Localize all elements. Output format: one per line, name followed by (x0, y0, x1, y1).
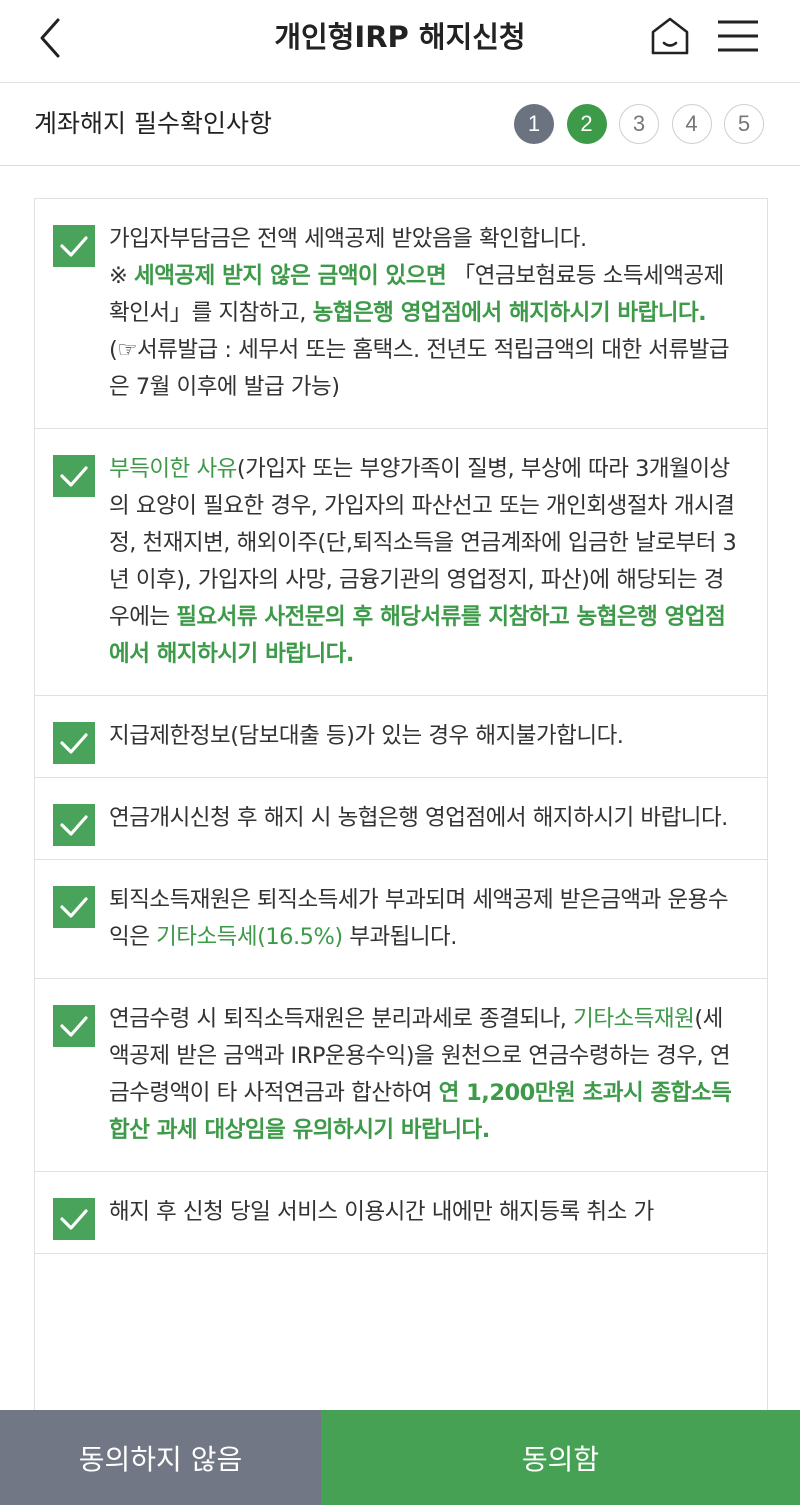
confirm-item-text: 가입자부담금은 전액 세액공제 받았음을 확인합니다. ※ 세액공제 받지 않은 … (109, 221, 737, 406)
agree-checkbox[interactable] (53, 1198, 95, 1240)
confirmation-list: 가입자부담금은 전액 세액공제 받았음을 확인합니다. ※ 세액공제 받지 않은 … (34, 198, 768, 1410)
highlight-text: 기타소득세(16.5%) (156, 924, 343, 950)
checkmark-icon (60, 236, 88, 257)
menu-button[interactable] (714, 16, 762, 56)
confirm-item-text: 해지 후 신청 당일 서비스 이용시간 내에만 해지등록 취소 가 (109, 1194, 737, 1231)
agree-checkbox[interactable] (53, 225, 95, 267)
action-bar: 동의하지 않음 동의함 (0, 1410, 800, 1505)
section-header: 계좌해지 필수확인사항 12345 (0, 83, 800, 166)
step-2: 2 (566, 104, 607, 144)
body-text: 연금개시신청 후 해지 시 농협은행 영업점에서 해지하시기 바랍니다. (109, 805, 728, 831)
body-text: 연금수령 시 퇴직소득재원은 분리과세로 종결되나, (109, 1006, 574, 1032)
checkmark-icon (60, 733, 88, 754)
agree-checkbox[interactable] (53, 722, 95, 764)
app-header: 개인형IRP 해지신청 (0, 0, 800, 83)
body-text: ※ (109, 263, 135, 289)
step-1: 1 (514, 104, 554, 144)
body-text: 해지 후 신청 당일 서비스 이용시간 내에만 해지등록 취소 가 (109, 1199, 654, 1225)
agree-checkbox[interactable] (53, 886, 95, 928)
body-text: 지급제한정보(담보대출 등)가 있는 경우 해지불가합니다. (109, 723, 624, 749)
agree-checkbox[interactable] (53, 1005, 95, 1047)
confirm-item: 연금수령 시 퇴직소득재원은 분리과세로 종결되나, 기타소득재원(세액공제 받… (35, 979, 767, 1172)
confirm-item-text: 연금개시신청 후 해지 시 농협은행 영업점에서 해지하시기 바랍니다. (109, 800, 737, 837)
confirm-item: 퇴직소득재원은 퇴직소득세가 부과되며 세액공제 받은금액과 운용수익은 기타소… (35, 860, 767, 979)
confirm-item: 부득이한 사유(가입자 또는 부양가족이 질병, 부상에 따라 3개월이상의 요… (35, 429, 767, 696)
agree-checkbox[interactable] (53, 804, 95, 846)
step-indicator: 12345 (514, 104, 777, 144)
disagree-button[interactable]: 동의하지 않음 (0, 1410, 321, 1505)
confirm-item: 가입자부담금은 전액 세액공제 받았음을 확인합니다. ※ 세액공제 받지 않은 … (35, 199, 767, 429)
hamburger-menu-icon (718, 20, 758, 52)
checkmark-icon (60, 815, 88, 836)
home-button[interactable] (648, 14, 692, 58)
body-text: 부과됩니다. (342, 924, 457, 950)
highlight-text: 기타소득재원 (573, 1006, 695, 1032)
agree-button[interactable]: 동의함 (321, 1410, 800, 1505)
highlight-text: 세액공제 받지 않은 금액이 있으면 (134, 263, 447, 289)
step-3: 3 (619, 104, 659, 144)
checkmark-icon (60, 466, 88, 487)
body-text: (☞서류발급 : 세무서 또는 홈택스. 전년도 적립금액의 대한 서류발급은 … (109, 337, 730, 400)
highlight-text: 필요서류 사전문의 후 해당서류를 지참하고 농협은행 영업점에서 해지하시기 … (109, 604, 726, 667)
confirm-item: 연금개시신청 후 해지 시 농협은행 영업점에서 해지하시기 바랍니다. (35, 778, 767, 860)
confirm-item-text: 퇴직소득재원은 퇴직소득세가 부과되며 세액공제 받은금액과 운용수익은 기타소… (109, 882, 737, 956)
confirm-item: 해지 후 신청 당일 서비스 이용시간 내에만 해지등록 취소 가 (35, 1172, 767, 1254)
home-icon (651, 17, 689, 55)
checkmark-icon (60, 1016, 88, 1037)
confirm-item-text: 지급제한정보(담보대출 등)가 있는 경우 해지불가합니다. (109, 718, 737, 755)
checkmark-icon (60, 897, 88, 918)
step-4: 4 (671, 104, 712, 144)
confirm-item-text: 연금수령 시 퇴직소득재원은 분리과세로 종결되나, 기타소득재원(세액공제 받… (109, 1001, 737, 1149)
confirm-item: 지급제한정보(담보대출 등)가 있는 경우 해지불가합니다. (35, 696, 767, 778)
highlight-text: 부득이한 사유 (109, 456, 237, 482)
step-5: 5 (724, 104, 764, 144)
agree-checkbox[interactable] (53, 455, 95, 497)
section-title: 계좌해지 필수확인사항 (34, 109, 272, 138)
confirm-item-text: 부득이한 사유(가입자 또는 부양가족이 질병, 부상에 따라 3개월이상의 요… (109, 451, 737, 673)
body-text: 가입자부담금은 전액 세액공제 받았음을 확인합니다. (109, 226, 587, 252)
highlight-text: 농협은행 영업점에서 해지하시기 바랍니다. (312, 300, 707, 326)
checkmark-icon (60, 1209, 88, 1230)
